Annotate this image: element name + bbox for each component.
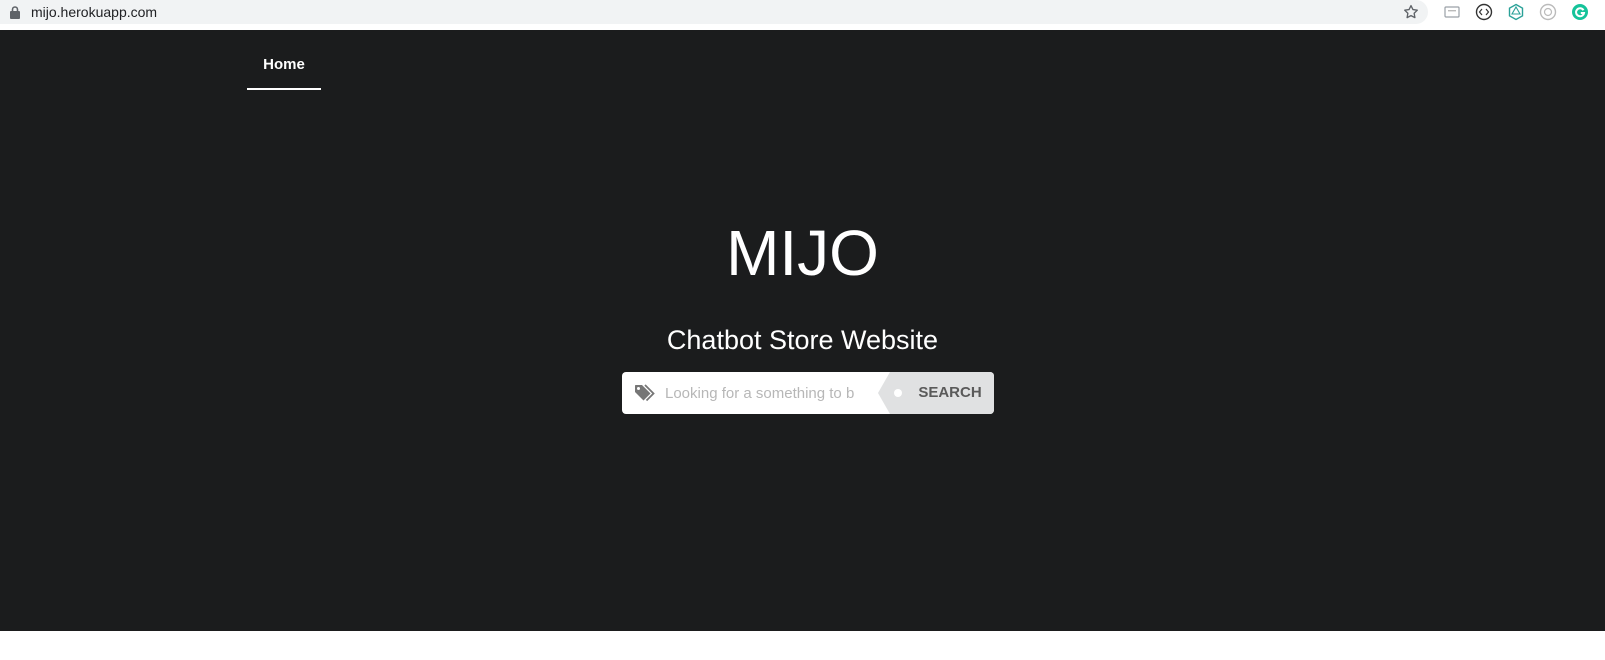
circle-extension-icon[interactable] (1539, 3, 1557, 21)
tag-hole (894, 389, 902, 397)
browser-toolbar: mijo.herokuapp.com (0, 0, 1605, 30)
search-button-label: SEARCH (918, 384, 982, 401)
nav-item-home[interactable]: Home (247, 30, 321, 90)
search-button[interactable]: SEARCH (878, 372, 994, 414)
search-bar: SEARCH (622, 372, 994, 414)
url-text[interactable]: mijo.herokuapp.com (31, 3, 157, 21)
address-bar[interactable]: mijo.herokuapp.com (0, 0, 1428, 24)
lock-icon (10, 6, 20, 19)
hero-section: Home MIJO Chatbot Store Website SEARCH (0, 30, 1605, 631)
search-input[interactable] (665, 372, 893, 414)
bookmark-star-icon[interactable] (1402, 3, 1420, 21)
tag-icon (635, 384, 655, 402)
site-subtitle: Chatbot Store Website (666, 325, 939, 355)
hexagon-extension-icon[interactable] (1507, 3, 1525, 21)
grammarly-icon[interactable] (1571, 3, 1589, 21)
site-title: MIJO (726, 217, 879, 289)
extension-icon[interactable] (1443, 3, 1461, 21)
tag-notch (878, 372, 890, 414)
code-extension-icon[interactable] (1475, 3, 1493, 21)
